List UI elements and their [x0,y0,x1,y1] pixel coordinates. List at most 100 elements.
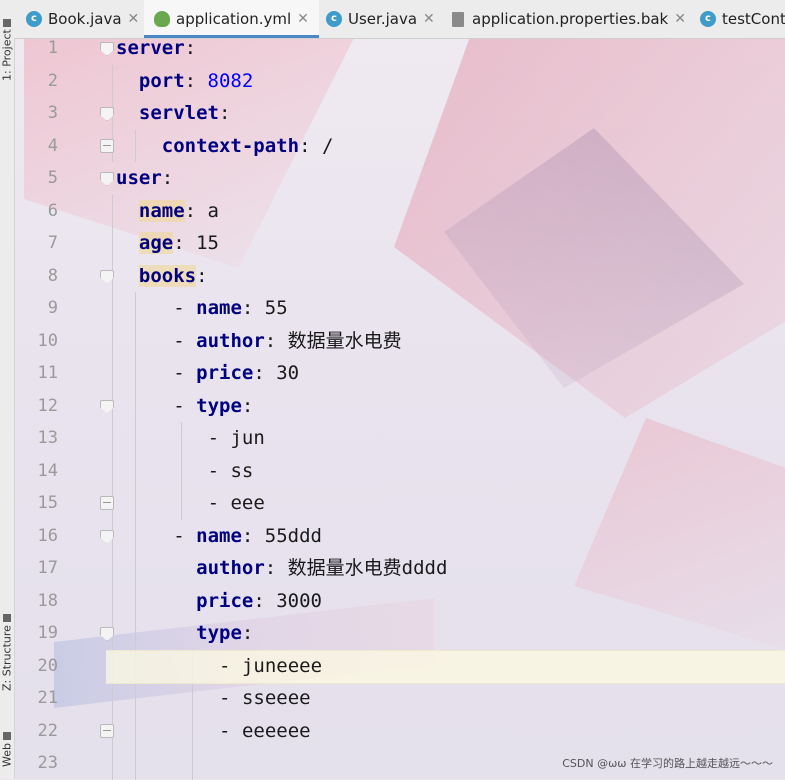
yaml-key: servlet [138,102,219,124]
class-icon: c [26,11,42,27]
close-icon[interactable]: ✕ [128,11,140,27]
tab-test-controller[interactable]: c testCont [700,0,785,38]
line-number: 13 [37,428,58,448]
yaml-colon: : [253,589,265,612]
code-line[interactable]: 8 books: [14,260,785,293]
code-text: - eeeeee [219,715,311,748]
code-text: books: [138,260,208,293]
line-number: 12 [37,395,58,416]
yaml-value: 8082 [196,69,254,92]
tab-book-java[interactable]: c Book.java ✕ [26,0,139,38]
list-dash: - [207,459,231,482]
code-line[interactable]: 11 - price: 30 [14,357,785,390]
code-line[interactable]: 17 author: 数据量水电费dddd [14,552,785,585]
code-line[interactable]: 14 - ss [14,455,785,488]
yml-icon [154,11,170,27]
code-text: user: [116,162,173,195]
fold-open-icon[interactable] [100,172,114,186]
code-line[interactable]: 10 - author: 数据量水电费 [14,325,785,358]
yaml-value: 55 [253,297,288,319]
list-dash: - [173,524,197,547]
list-dash: - [173,297,197,319]
close-icon[interactable]: ✕ [297,11,309,27]
fold-end-icon[interactable] [100,496,114,510]
line-number: 23 [37,753,58,773]
code-line[interactable]: 7 age: 15 [14,227,785,260]
code-line[interactable]: 22 - eeeeee [14,715,785,748]
code-line[interactable]: 9 - name: 55 [14,292,785,325]
web-tool-button[interactable]: Web [0,720,14,779]
line-number: 18 [37,590,58,611]
fold-open-icon[interactable] [100,42,114,56]
yaml-colon: : [241,394,254,417]
code-line[interactable]: 19 type: [14,617,785,650]
fold-open-icon[interactable] [100,399,114,414]
list-dash: - [173,362,197,384]
code-line[interactable]: 12 - type: [14,390,785,423]
close-icon[interactable]: ✕ [674,11,686,27]
line-number: 16 [37,525,58,546]
code-line[interactable]: 6 name: a [14,195,785,228]
code-line[interactable]: 15 - eee [14,487,785,520]
fold-end-icon[interactable] [100,723,114,738]
tab-label: User.java [348,10,418,28]
code-line[interactable]: 21 - sseeee [14,682,785,715]
line-number: 15 [37,493,58,513]
code-text: port: 8082 [139,65,253,98]
fold-open-icon[interactable] [100,269,114,284]
code-editor[interactable]: 1 server: 2 port: 8082 3 servlet: 4 context-pat… [14,37,785,780]
code-line[interactable]: 20 - juneeee [14,650,785,683]
tab-application-yml[interactable]: application.yml ✕ [144,0,319,38]
yaml-key: books [138,264,197,287]
line-number: 10 [37,330,58,351]
code-text: - name: 55 [173,292,287,325]
yaml-value: / [310,134,334,157]
line-number: 7 [47,233,58,253]
line-number: 5 [47,168,58,188]
code-text: - author: 数据量水电费 [173,325,401,358]
structure-icon [3,614,11,623]
code-line[interactable]: 3 servlet: [14,97,785,130]
fold-open-icon[interactable] [100,529,114,544]
tab-user-java[interactable]: c User.java ✕ [326,0,435,38]
tool-window-strip: 1: Project Z: Structure Web [0,0,15,779]
yaml-value: juneeee [241,654,323,677]
yaml-colon: : [264,557,277,579]
fold-end-icon[interactable] [100,138,114,153]
class-icon: c [700,11,716,27]
line-number: 17 [37,558,58,578]
yaml-value: a [196,199,219,222]
yaml-value: 3000 [264,589,322,612]
yaml-colon: : [241,622,254,644]
code-text: price: 3000 [196,585,322,618]
yaml-colon: : [184,37,197,59]
code-line[interactable]: 18 price: 3000 [14,585,785,618]
code-text: type: [196,617,253,650]
yaml-key: context-path [161,134,300,157]
code-line[interactable]: 16 - name: 55ddd [14,520,785,553]
line-number: 14 [37,460,58,481]
yaml-colon: : [253,362,265,384]
code-line[interactable]: 2 port: 8082 [14,65,785,98]
tab-application-properties-bak[interactable]: application.properties.bak ✕ [452,0,686,38]
fold-open-icon[interactable] [100,627,114,641]
code-line[interactable]: 13 - jun [14,422,785,455]
list-dash: - [173,329,197,352]
structure-tool-button[interactable]: Z: Structure [0,600,14,705]
structure-tool-label: Z: Structure [0,625,14,691]
file-icon [452,11,464,27]
yaml-colon: : [299,134,311,157]
list-dash: - [219,654,242,677]
code-text: author: 数据量水电费dddd [196,552,447,585]
project-tool-button[interactable]: 1: Project [0,4,14,96]
code-line[interactable]: 4 context-path: / [14,130,785,163]
yaml-key: author [196,329,265,352]
tab-label: application.properties.bak [472,10,669,28]
code-line[interactable]: 5 user: [14,162,785,195]
close-icon[interactable]: ✕ [423,11,435,27]
yaml-colon: : [241,524,254,547]
code-text: name: a [138,195,219,228]
tab-label: testCont [722,10,785,28]
yaml-key: type [196,394,242,417]
fold-open-icon[interactable] [100,107,114,121]
